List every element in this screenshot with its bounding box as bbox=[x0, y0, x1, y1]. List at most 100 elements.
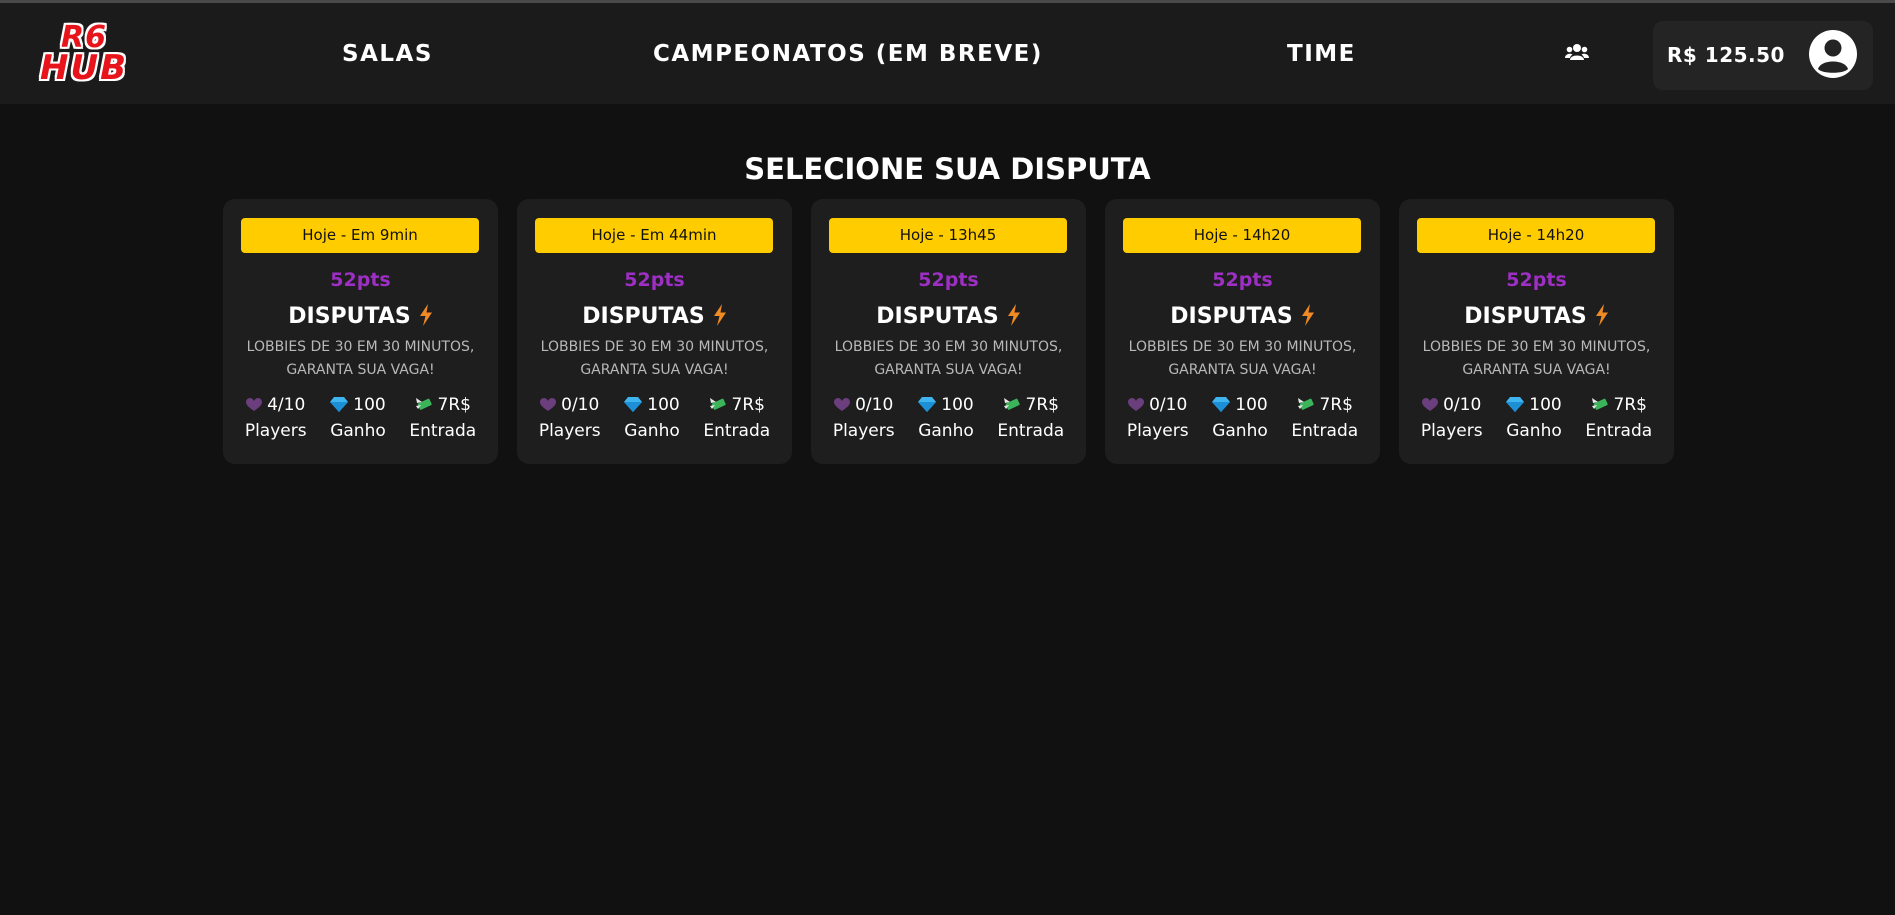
points-label: 52pts bbox=[1212, 269, 1273, 291]
description-line: LOBBIES DE 30 EM 30 MINUTOS, bbox=[834, 339, 1063, 355]
disputa-card[interactable]: Hoje - Em 9min 52pts DISPUTAS LOBBIES DE… bbox=[223, 199, 498, 464]
money-wings-icon bbox=[709, 398, 726, 410]
ganho-stat: 100 Ganho bbox=[918, 395, 974, 441]
bolt-icon bbox=[419, 304, 432, 326]
diamond-icon bbox=[624, 397, 643, 412]
heart-icon bbox=[540, 398, 557, 411]
wallet-button[interactable]: R$ 125.50 bbox=[1653, 21, 1873, 90]
card-title: DISPUTAS bbox=[517, 304, 792, 329]
entrada-stat: 7R$ Entrada bbox=[1585, 395, 1652, 441]
entrada-value: 7R$ bbox=[437, 395, 471, 415]
ganho-value: 100 bbox=[647, 395, 680, 415]
logo-line-2: HUB bbox=[40, 48, 128, 88]
points-label: 52pts bbox=[918, 269, 979, 291]
ganho-stat: 100 Ganho bbox=[330, 395, 386, 441]
logo[interactable]: R6 HUB bbox=[28, 23, 140, 89]
diamond-icon bbox=[1212, 397, 1231, 412]
description-line: LOBBIES DE 30 EM 30 MINUTOS, bbox=[1128, 339, 1357, 355]
card-title: DISPUTAS bbox=[1399, 304, 1674, 329]
card-stats: 0/10 Players 100 Ganho 7R$ Entrada bbox=[811, 395, 1086, 441]
diamond-icon bbox=[330, 397, 349, 412]
friends-icon[interactable] bbox=[1565, 43, 1589, 61]
bolt-icon bbox=[1301, 304, 1314, 326]
ganho-label: Ganho bbox=[1212, 421, 1268, 441]
ganho-value: 100 bbox=[1235, 395, 1268, 415]
money-wings-icon bbox=[415, 398, 432, 410]
card-title: DISPUTAS bbox=[223, 304, 498, 329]
entrada-value: 7R$ bbox=[731, 395, 765, 415]
players-value: 4/10 bbox=[267, 395, 306, 415]
description-line: GARANTA SUA VAGA! bbox=[874, 362, 1023, 378]
entrada-stat: 7R$ Entrada bbox=[703, 395, 770, 441]
players-value: 0/10 bbox=[1149, 395, 1188, 415]
players-value: 0/10 bbox=[561, 395, 600, 415]
nav-salas-link[interactable]: SALAS bbox=[342, 41, 433, 67]
entrada-stat: 7R$ Entrada bbox=[997, 395, 1064, 441]
card-title: DISPUTAS bbox=[811, 304, 1086, 329]
money-wings-icon bbox=[1591, 398, 1608, 410]
entrada-label: Entrada bbox=[1291, 421, 1359, 441]
card-stats: 0/10 Players 100 Ganho 7R$ Entrada bbox=[517, 395, 792, 441]
disputa-card[interactable]: Hoje - Em 44min 52pts DISPUTAS LOBBIES D… bbox=[517, 199, 792, 464]
time-badge: Hoje - Em 44min bbox=[535, 218, 773, 253]
ganho-stat: 100 Ganho bbox=[1212, 395, 1268, 441]
ganho-label: Ganho bbox=[1506, 421, 1562, 441]
description-line: LOBBIES DE 30 EM 30 MINUTOS, bbox=[246, 339, 475, 355]
card-description: LOBBIES DE 30 EM 30 MINUTOS, GARANTA SUA… bbox=[1115, 336, 1370, 382]
disputa-card[interactable]: Hoje - 14h20 52pts DISPUTAS LOBBIES DE 3… bbox=[1399, 199, 1674, 464]
description-line: LOBBIES DE 30 EM 30 MINUTOS, bbox=[1422, 339, 1651, 355]
money-wings-icon bbox=[1297, 398, 1314, 410]
entrada-stat: 7R$ Entrada bbox=[409, 395, 476, 441]
card-title: DISPUTAS bbox=[1105, 304, 1380, 329]
entrada-value: 7R$ bbox=[1613, 395, 1647, 415]
money-wings-icon bbox=[1003, 398, 1020, 410]
disputa-card-list: Hoje - Em 9min 52pts DISPUTAS LOBBIES DE… bbox=[223, 199, 1674, 464]
players-label: Players bbox=[1126, 421, 1189, 441]
players-stat: 0/10 Players bbox=[1421, 395, 1483, 441]
points-label: 52pts bbox=[330, 269, 391, 291]
description-line: GARANTA SUA VAGA! bbox=[1168, 362, 1317, 378]
card-description: LOBBIES DE 30 EM 30 MINUTOS, GARANTA SUA… bbox=[821, 336, 1076, 382]
card-stats: 0/10 Players 100 Ganho 7R$ Entrada bbox=[1399, 395, 1674, 441]
time-badge: Hoje - 14h20 bbox=[1123, 218, 1361, 253]
entrada-label: Entrada bbox=[409, 421, 477, 441]
card-title-text: DISPUTAS bbox=[582, 304, 705, 329]
players-stat: 4/10 Players bbox=[245, 395, 307, 441]
players-label: Players bbox=[244, 421, 307, 441]
bolt-icon bbox=[1007, 304, 1020, 326]
diamond-icon bbox=[1506, 397, 1525, 412]
players-stat: 0/10 Players bbox=[539, 395, 601, 441]
card-title-text: DISPUTAS bbox=[1170, 304, 1293, 329]
description-line: LOBBIES DE 30 EM 30 MINUTOS, bbox=[540, 339, 769, 355]
points-label: 52pts bbox=[1506, 269, 1567, 291]
time-badge: Hoje - Em 9min bbox=[241, 218, 479, 253]
nav-campeonatos-link[interactable]: CAMPEONATOS (EM BREVE) bbox=[653, 41, 1043, 67]
user-avatar-icon[interactable] bbox=[1808, 29, 1858, 79]
ganho-label: Ganho bbox=[918, 421, 974, 441]
players-stat: 0/10 Players bbox=[833, 395, 895, 441]
players-label: Players bbox=[538, 421, 601, 441]
players-value: 0/10 bbox=[1443, 395, 1482, 415]
ganho-value: 100 bbox=[353, 395, 386, 415]
wallet-balance: R$ 125.50 bbox=[1667, 43, 1785, 67]
description-line: GARANTA SUA VAGA! bbox=[286, 362, 435, 378]
entrada-label: Entrada bbox=[1585, 421, 1653, 441]
entrada-label: Entrada bbox=[997, 421, 1065, 441]
page-title: SELECIONE SUA DISPUTA bbox=[744, 152, 1151, 187]
disputa-card[interactable]: Hoje - 14h20 52pts DISPUTAS LOBBIES DE 3… bbox=[1105, 199, 1380, 464]
diamond-icon bbox=[918, 397, 937, 412]
card-description: LOBBIES DE 30 EM 30 MINUTOS, GARANTA SUA… bbox=[233, 336, 488, 382]
points-label: 52pts bbox=[624, 269, 685, 291]
ganho-label: Ganho bbox=[330, 421, 386, 441]
navbar: R6 HUB SALAS CAMPEONATOS (EM BREVE) TIME… bbox=[0, 3, 1895, 104]
disputa-card[interactable]: Hoje - 13h45 52pts DISPUTAS LOBBIES DE 3… bbox=[811, 199, 1086, 464]
entrada-value: 7R$ bbox=[1025, 395, 1059, 415]
ganho-stat: 100 Ganho bbox=[624, 395, 680, 441]
card-stats: 0/10 Players 100 Ganho 7R$ Entrada bbox=[1105, 395, 1380, 441]
card-title-text: DISPUTAS bbox=[876, 304, 999, 329]
card-description: LOBBIES DE 30 EM 30 MINUTOS, GARANTA SUA… bbox=[527, 336, 782, 382]
time-badge: Hoje - 14h20 bbox=[1417, 218, 1655, 253]
nav-time-link[interactable]: TIME bbox=[1287, 41, 1356, 67]
ganho-value: 100 bbox=[1529, 395, 1562, 415]
heart-icon bbox=[834, 398, 851, 411]
